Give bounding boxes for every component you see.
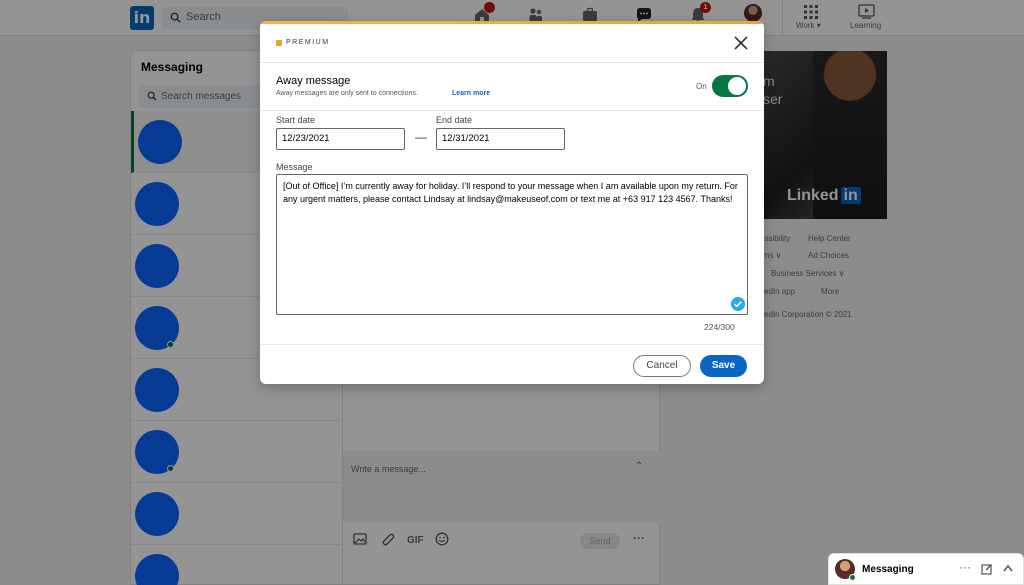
- away-message-subtitle: Away messages are only sent to connectio…: [276, 90, 418, 97]
- spellcheck-check-icon: [731, 297, 745, 311]
- premium-label: PREMIUM: [286, 39, 330, 46]
- start-date-input[interactable]: 12/23/2021: [276, 128, 405, 150]
- premium-icon: [276, 40, 282, 46]
- toggle-knob: [728, 77, 746, 95]
- away-message-title: Away message: [276, 75, 351, 87]
- end-date-label: End date: [436, 115, 473, 125]
- message-label: Message: [276, 162, 313, 172]
- character-counter: 224/300: [704, 322, 735, 332]
- divider: [260, 62, 764, 63]
- messaging-overlay-bar[interactable]: Messaging ···: [828, 553, 1024, 585]
- learn-more-link[interactable]: Learn more: [452, 90, 490, 97]
- date-range-separator: —: [415, 130, 427, 144]
- compose-new-message-icon[interactable]: [981, 563, 993, 575]
- cancel-button[interactable]: Cancel: [633, 355, 691, 377]
- end-date-input[interactable]: 12/31/2021: [436, 128, 565, 150]
- divider: [260, 110, 764, 111]
- messaging-bar-more-button[interactable]: ···: [959, 560, 971, 574]
- start-date-label: Start date: [276, 115, 316, 125]
- away-message-toggle[interactable]: [712, 75, 748, 97]
- toggle-state-label: On: [696, 82, 707, 91]
- away-message-dialog: PREMIUM Away message Away messages are o…: [260, 21, 764, 384]
- save-button[interactable]: Save: [700, 355, 747, 377]
- away-message-text: [Out of Office] I’m currently away for h…: [283, 181, 738, 204]
- away-message-textarea[interactable]: [Out of Office] I’m currently away for h…: [276, 174, 748, 315]
- close-icon[interactable]: [732, 34, 750, 52]
- divider: [260, 344, 764, 345]
- chevron-up-icon[interactable]: [1003, 564, 1013, 572]
- premium-accent-bar: [260, 21, 764, 24]
- messaging-bar-label: Messaging: [862, 564, 914, 575]
- online-status-dot: [849, 574, 856, 581]
